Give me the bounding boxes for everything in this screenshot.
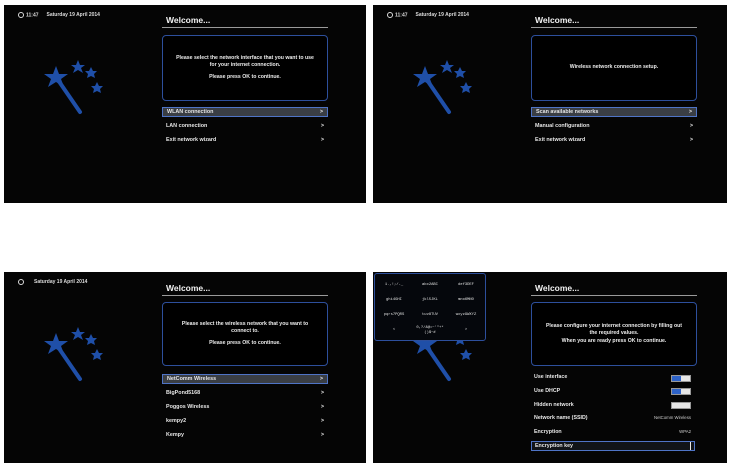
- screen-configure-connection: 1.,!;/-_ abc2ABC def3DEF ghi4GHI jkl5JKL…: [373, 272, 727, 463]
- text-cursor: [690, 441, 691, 450]
- time-label: 11:47: [395, 12, 408, 19]
- keyboard-key[interactable]: jkl5JKL: [415, 298, 445, 303]
- info-line: Wireless network connection setup.: [569, 64, 659, 71]
- network-item[interactable]: Poggos Wireless >: [162, 402, 328, 412]
- hidden-network-toggle[interactable]: [671, 402, 691, 410]
- chevron-right-icon: >: [320, 418, 324, 424]
- keyboard-key-line2: ()$~#: [424, 331, 436, 335]
- page-title: Welcome...: [166, 15, 211, 25]
- use-interface-toggle[interactable]: [671, 374, 691, 382]
- page-title: Welcome...: [166, 283, 211, 293]
- keyboard-key[interactable]: ghi4GHI: [379, 298, 409, 303]
- info-line: Please press OK to continue.: [209, 339, 281, 346]
- info-line: When you are ready press OK to continue.: [561, 337, 667, 344]
- info-line: the required values.: [589, 330, 639, 337]
- date-label: Saturday 19 April 2014: [415, 12, 469, 19]
- info-box: Please select the network interface that…: [162, 35, 328, 101]
- status-bar: Saturday 19 April 2014: [18, 279, 87, 285]
- status-bar: 11:47 Saturday 19 April 2014: [387, 12, 469, 18]
- menu-item-manual-config[interactable]: Manual configuration >: [531, 121, 697, 131]
- network-item[interactable]: NetComm Wireless >: [162, 374, 328, 384]
- use-dhcp-row: Use DHCP: [531, 386, 695, 396]
- title-divider: [162, 295, 328, 296]
- chevron-right-icon: >: [320, 390, 324, 396]
- magic-wand-icon: [44, 60, 103, 114]
- menu-list: Scan available networks > Manual configur…: [531, 107, 697, 149]
- keyboard-key[interactable]: tuv8TUV: [415, 313, 445, 318]
- ssid-value[interactable]: NetComm Wireless: [654, 413, 691, 423]
- network-list: NetComm Wireless > BigPond5168 > Poggos Wi…: [162, 374, 328, 444]
- keyboard-key[interactable]: pqrs7PQRS: [379, 313, 409, 318]
- encryption-value[interactable]: WPA2: [679, 427, 691, 437]
- keyboard-key[interactable]: abc2ABC: [415, 283, 445, 288]
- keyboard-key[interactable]: 1.,!;/-_: [379, 283, 409, 288]
- keyboard-key[interactable]: 0,?/&@=~'"+*: [415, 326, 445, 331]
- chevron-right-icon: >: [320, 123, 324, 129]
- info-box: Please configure your internet connectio…: [531, 302, 697, 366]
- chevron-right-icon: >: [319, 109, 323, 115]
- info-line: Please select the wireless network that …: [181, 321, 309, 328]
- info-line: connect to.: [231, 328, 259, 335]
- keyboard-key[interactable]: wxyz9WXYZ: [451, 313, 481, 318]
- info-box: Wireless network connection setup.: [531, 35, 697, 101]
- keyboard-key[interactable]: mno6MNO: [451, 298, 481, 303]
- ssid-row: Network name (SSID) NetComm Wireless: [534, 413, 691, 423]
- menu-item-scan-networks[interactable]: Scan available networks >: [531, 107, 697, 117]
- screen-select-wireless: Saturday 19 April 2014 Welcome... Please…: [4, 272, 366, 463]
- date-label: Saturday 19 April 2014: [46, 12, 100, 19]
- use-dhcp-toggle[interactable]: [671, 388, 691, 396]
- chevron-right-icon: >: [688, 109, 692, 115]
- chevron-right-icon: >: [689, 137, 693, 143]
- menu-list: WLAN connection > LAN connection > Exit ne…: [162, 107, 328, 149]
- status-bar: 11:47 Saturday 19 April 2014: [18, 12, 100, 18]
- config-form: Use interface Use DHCP Hidden network Ne…: [531, 372, 695, 455]
- info-line: Please configure your internet connectio…: [545, 323, 683, 330]
- encryption-row: Encryption WPA2: [534, 427, 691, 437]
- menu-item-exit[interactable]: Exit network wizard >: [531, 135, 697, 145]
- use-interface-row: Use interface: [531, 372, 695, 382]
- chevron-right-icon: >: [319, 376, 323, 382]
- network-item[interactable]: Kempy >: [162, 430, 328, 440]
- chevron-right-icon: >: [689, 123, 693, 129]
- page-title: Welcome...: [535, 15, 580, 25]
- time-label: 11:47: [26, 12, 39, 19]
- network-item[interactable]: kempy2 >: [162, 416, 328, 426]
- menu-item-exit[interactable]: Exit network wizard >: [162, 135, 328, 145]
- magic-wand-icon: [413, 60, 472, 114]
- menu-item-lan[interactable]: LAN connection >: [162, 121, 328, 131]
- menu-item-wlan[interactable]: WLAN connection >: [162, 107, 328, 117]
- chevron-right-icon: >: [320, 404, 324, 410]
- virtual-keyboard: 1.,!;/-_ abc2ABC def3DEF ghi4GHI jkl5JKL…: [374, 273, 486, 341]
- network-item[interactable]: BigPond5168 >: [162, 388, 328, 398]
- keyboard-key-right[interactable]: >: [451, 328, 481, 333]
- title-divider: [531, 295, 697, 296]
- date-label: Saturday 19 April 2014: [34, 279, 88, 286]
- keyboard-key[interactable]: def3DEF: [451, 283, 481, 288]
- clock-icon: [18, 279, 24, 285]
- clock-icon: [18, 12, 24, 18]
- clock-icon: [387, 12, 393, 18]
- hidden-network-row: Hidden network: [531, 400, 695, 410]
- info-box: Please select the wireless network that …: [162, 302, 328, 366]
- title-divider: [162, 27, 328, 28]
- encryption-key-field[interactable]: Encryption key: [531, 440, 695, 451]
- screen-network-interface: 11:47 Saturday 19 April 2014 Welcome... P…: [4, 5, 366, 203]
- info-line: for your internet connection.: [209, 62, 281, 69]
- chevron-right-icon: >: [320, 432, 324, 438]
- info-line: Please press OK to continue.: [209, 73, 281, 80]
- magic-wand-icon: [44, 327, 103, 381]
- chevron-right-icon: >: [320, 137, 324, 143]
- keyboard-key-left[interactable]: <: [379, 328, 409, 333]
- page-title: Welcome...: [535, 283, 580, 293]
- screen-wireless-setup: 11:47 Saturday 19 April 2014 Welcome... W…: [373, 5, 727, 203]
- info-line: Please select the network interface that…: [176, 55, 314, 62]
- title-divider: [531, 27, 697, 28]
